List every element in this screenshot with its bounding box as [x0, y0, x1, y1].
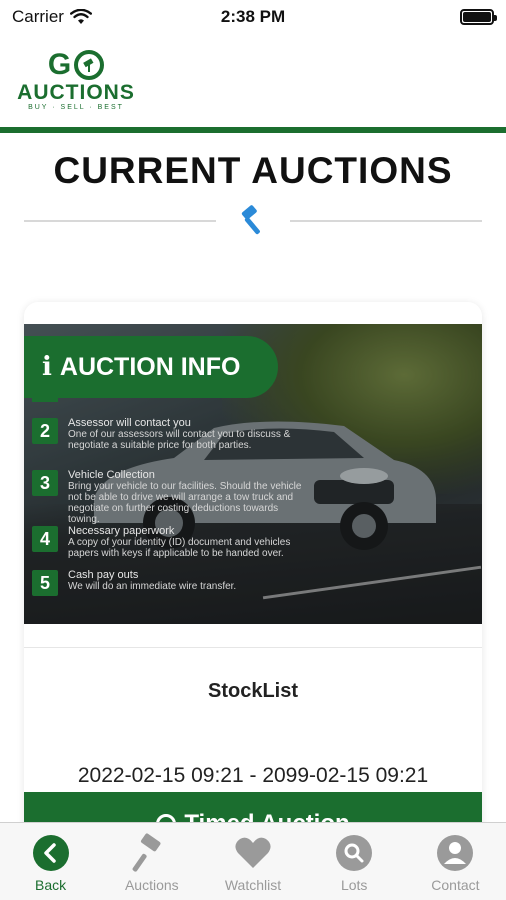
tab-label: Watchlist: [224, 877, 282, 893]
heart-icon: [233, 833, 273, 873]
app-header: G AUCTIONS BUY · SELL · BEST: [0, 44, 506, 128]
auction-info-banner: i AUCTION INFO 2 Assessor will contact y…: [24, 324, 482, 624]
step-text: Assessor will contact you One of our ass…: [68, 417, 308, 452]
step-title: Cash pay outs: [68, 569, 139, 581]
step-number: 2: [32, 418, 58, 444]
step-title: Assessor will contact you: [68, 417, 191, 429]
go-auctions-logo[interactable]: G AUCTIONS BUY · SELL · BEST: [16, 48, 136, 122]
auction-name: StockList: [207, 680, 299, 702]
gavel-icon: [241, 205, 260, 235]
auction-date-range: 2022-02-15 09:21 - 2099-02-15 09:21: [77, 764, 429, 787]
back-arrow-icon: [31, 833, 71, 873]
card-divider: [24, 647, 482, 648]
step-text: Necessary paperwork A copy of your ident…: [68, 525, 308, 560]
logo-wordmark: AUCTIONS: [17, 81, 135, 104]
status-bar: Carrier 2:38 PM: [0, 0, 506, 34]
divider-line-left: [24, 220, 216, 222]
step-item: 2 Assessor will contact you One of our a…: [32, 418, 308, 451]
carrier-label: Carrier: [12, 7, 64, 26]
divider-line-right: [290, 220, 482, 222]
step-description: Bring your vehicle to our facilities. Sh…: [68, 481, 302, 525]
tab-back[interactable]: Back: [0, 823, 101, 900]
step-number: 4: [32, 526, 58, 552]
step-item: 3 Vehicle Collection Bring your vehicle …: [32, 470, 308, 525]
tab-label: Auctions: [124, 877, 179, 893]
step-number: 5: [32, 570, 58, 596]
header-divider: [0, 127, 506, 133]
wifi-icon: [69, 9, 92, 24]
step-item: 5 Cash pay outs We will do an immediate …: [32, 570, 236, 596]
logo-letter-g: G: [47, 48, 73, 81]
tab-lots[interactable]: Lots: [304, 823, 405, 900]
info-icon: i: [42, 352, 52, 382]
tab-contact[interactable]: Contact: [405, 823, 506, 900]
tab-label: Back: [35, 877, 67, 893]
step-item: 4 Necessary paperwork A copy of your ide…: [32, 526, 308, 559]
title-divider: [24, 204, 482, 240]
gavel-icon: [132, 833, 172, 873]
step-1-stub: [32, 394, 58, 402]
tab-auctions[interactable]: Auctions: [101, 823, 202, 900]
auction-info-label: AUCTION INFO: [59, 352, 241, 381]
tab-watchlist[interactable]: Watchlist: [202, 823, 303, 900]
auction-card[interactable]: i AUCTION INFO 2 Assessor will contact y…: [24, 302, 482, 900]
step-text: Vehicle Collection Bring your vehicle to…: [68, 469, 308, 526]
step-title: Necessary paperwork: [68, 525, 175, 537]
logo-tagline: BUY · SELL · BEST: [28, 104, 124, 111]
logo-go: G: [47, 48, 105, 82]
page-title: CURRENT AUCTIONS: [53, 150, 453, 191]
tab-label: Contact: [431, 877, 480, 893]
auction-info-pill: i AUCTION INFO: [24, 336, 278, 398]
step-text: Cash pay outs We will do an immediate wi…: [68, 569, 237, 593]
step-description: One of our assessors will contact you to…: [68, 429, 291, 451]
tab-label: Lots: [340, 877, 368, 893]
bottom-tab-bar: Back Auctions Watchlist Lots Contact: [0, 822, 506, 900]
logo-gavel-circle-icon: [74, 50, 105, 80]
step-number: 3: [32, 470, 58, 496]
person-icon: [435, 833, 475, 873]
battery-icon: [460, 9, 497, 25]
search-icon: [334, 833, 374, 873]
step-description: We will do an immediate wire transfer.: [68, 581, 237, 592]
step-title: Vehicle Collection: [68, 469, 155, 481]
step-description: A copy of your identity (ID) document an…: [68, 537, 291, 559]
status-left: Carrier: [12, 7, 92, 27]
